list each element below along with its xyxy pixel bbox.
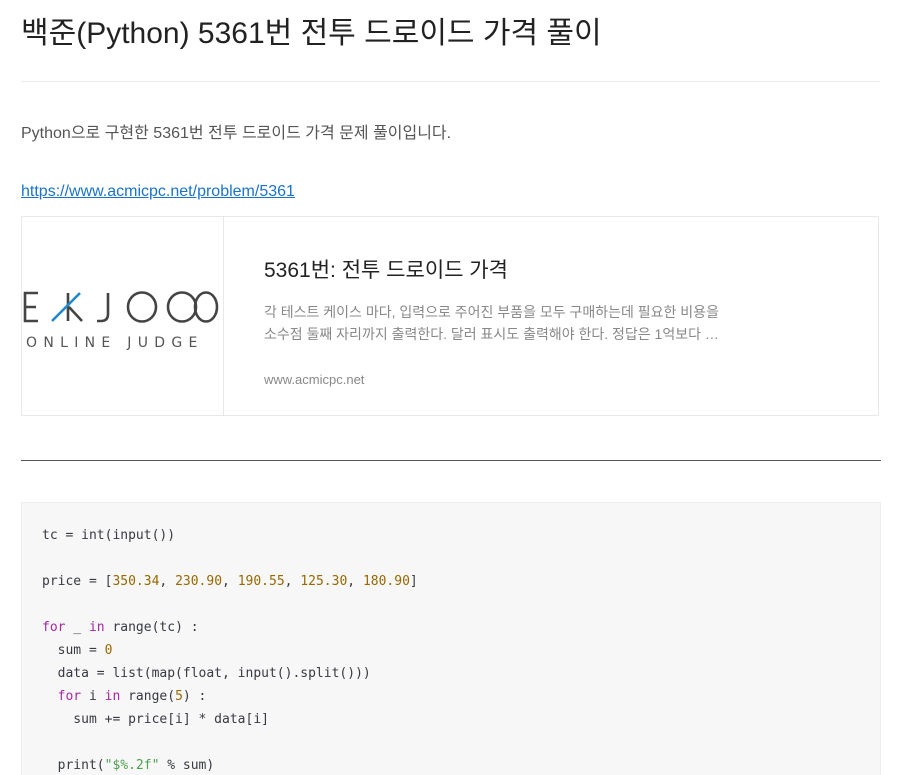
code-token: ,: [222, 574, 238, 589]
code-content: tc = int(input()) price = [350.34, 230.90…: [42, 524, 418, 775]
problem-link[interactable]: https://www.acmicpc.net/problem/5361: [21, 180, 295, 204]
code-line: data = list(map(float, input().split())): [42, 662, 418, 685]
code-token: for: [42, 620, 66, 635]
code-token: i: [81, 689, 105, 704]
code-token: sum =: [42, 643, 105, 658]
code-token: print(: [42, 758, 105, 773]
card-description: 각 테스트 케이스 마다, 입력으로 주어진 부품을 모두 구매하는데 필요한 …: [264, 304, 719, 342]
code-token: ,: [284, 574, 301, 589]
code-line: sum = 0: [42, 639, 418, 662]
logo-letter-e: [23, 291, 38, 323]
code-line: price = [350.34, 230.90, 190.55, 125.30,…: [42, 570, 418, 593]
logo-letter-j: [97, 293, 110, 323]
code-token: ,: [347, 574, 363, 589]
blog-post-page: 백준(Python) 5361번 전투 드로이드 가격 풀이 Python으로 …: [0, 0, 903, 775]
code-token: tc = int(input()): [42, 528, 176, 543]
code-line: print("$%.2f" % sum): [42, 754, 418, 775]
card-thumbnail: ONLINE JUDGE: [22, 217, 224, 415]
card-title[interactable]: 5361번: 전투 드로이드 가격: [264, 257, 854, 285]
code-token: 180.90: [362, 574, 410, 589]
code-token: range(: [120, 689, 176, 704]
code-line: tc = int(input()): [42, 524, 418, 547]
title-divider: [21, 81, 880, 82]
logo-letter-k-leg: [68, 306, 83, 322]
code-token: in: [88, 620, 105, 635]
link-preview-card[interactable]: ONLINE JUDGE 5361번: 전투 드로이드 가격 각 테스트 케이스…: [21, 216, 879, 416]
code-token: 0: [104, 643, 113, 658]
code-token: price = [: [42, 574, 113, 589]
code-token: ) :: [182, 689, 207, 704]
code-block: tc = int(input()) price = [350.34, 230.90…: [21, 502, 881, 775]
code-token: 230.90: [175, 574, 223, 589]
baekjoon-logo: ONLINE JUDGE: [23, 291, 219, 351]
section-divider: [21, 460, 881, 461]
code-token: data = list(map(float, input().split())): [42, 666, 371, 681]
card-body: 5361번: 전투 드로이드 가격 각 테스트 케이스 마다, 입력으로 주어진…: [264, 257, 854, 345]
code-token: sum += price[i] * data[i]: [42, 712, 269, 727]
logo-letter-n-cut: [193, 291, 219, 323]
logo-subtitle: ONLINE JUDGE: [26, 335, 204, 351]
code-token: 190.55: [237, 574, 285, 589]
code-token: _: [65, 620, 89, 635]
code-token: ,: [159, 574, 176, 589]
logo-letter-o: [126, 291, 158, 323]
code-token: 350.34: [112, 574, 160, 589]
post-title: 백준(Python) 5361번 전투 드로이드 가격 풀이: [21, 17, 602, 50]
code-token: for: [57, 689, 82, 704]
code-line: for i in range(5) :: [42, 685, 418, 708]
card-site-domain: www.acmicpc.net: [264, 372, 365, 387]
code-token: "$%.2f": [104, 758, 160, 773]
code-token: range(tc) :: [104, 620, 199, 635]
logo-blue-slash: [51, 292, 81, 322]
code-token: in: [104, 689, 121, 704]
logo-letter-o: [166, 291, 198, 323]
code-token: % sum): [159, 758, 215, 773]
code-token: ]: [409, 574, 418, 589]
code-line: for _ in range(tc) :: [42, 616, 418, 639]
code-token: 125.30: [300, 574, 348, 589]
code-token: 5: [175, 689, 183, 704]
post-intro: Python으로 구현한 5361번 전투 드로이드 가격 문제 풀이입니다.: [21, 125, 452, 142]
code-line: sum += price[i] * data[i]: [42, 708, 418, 731]
